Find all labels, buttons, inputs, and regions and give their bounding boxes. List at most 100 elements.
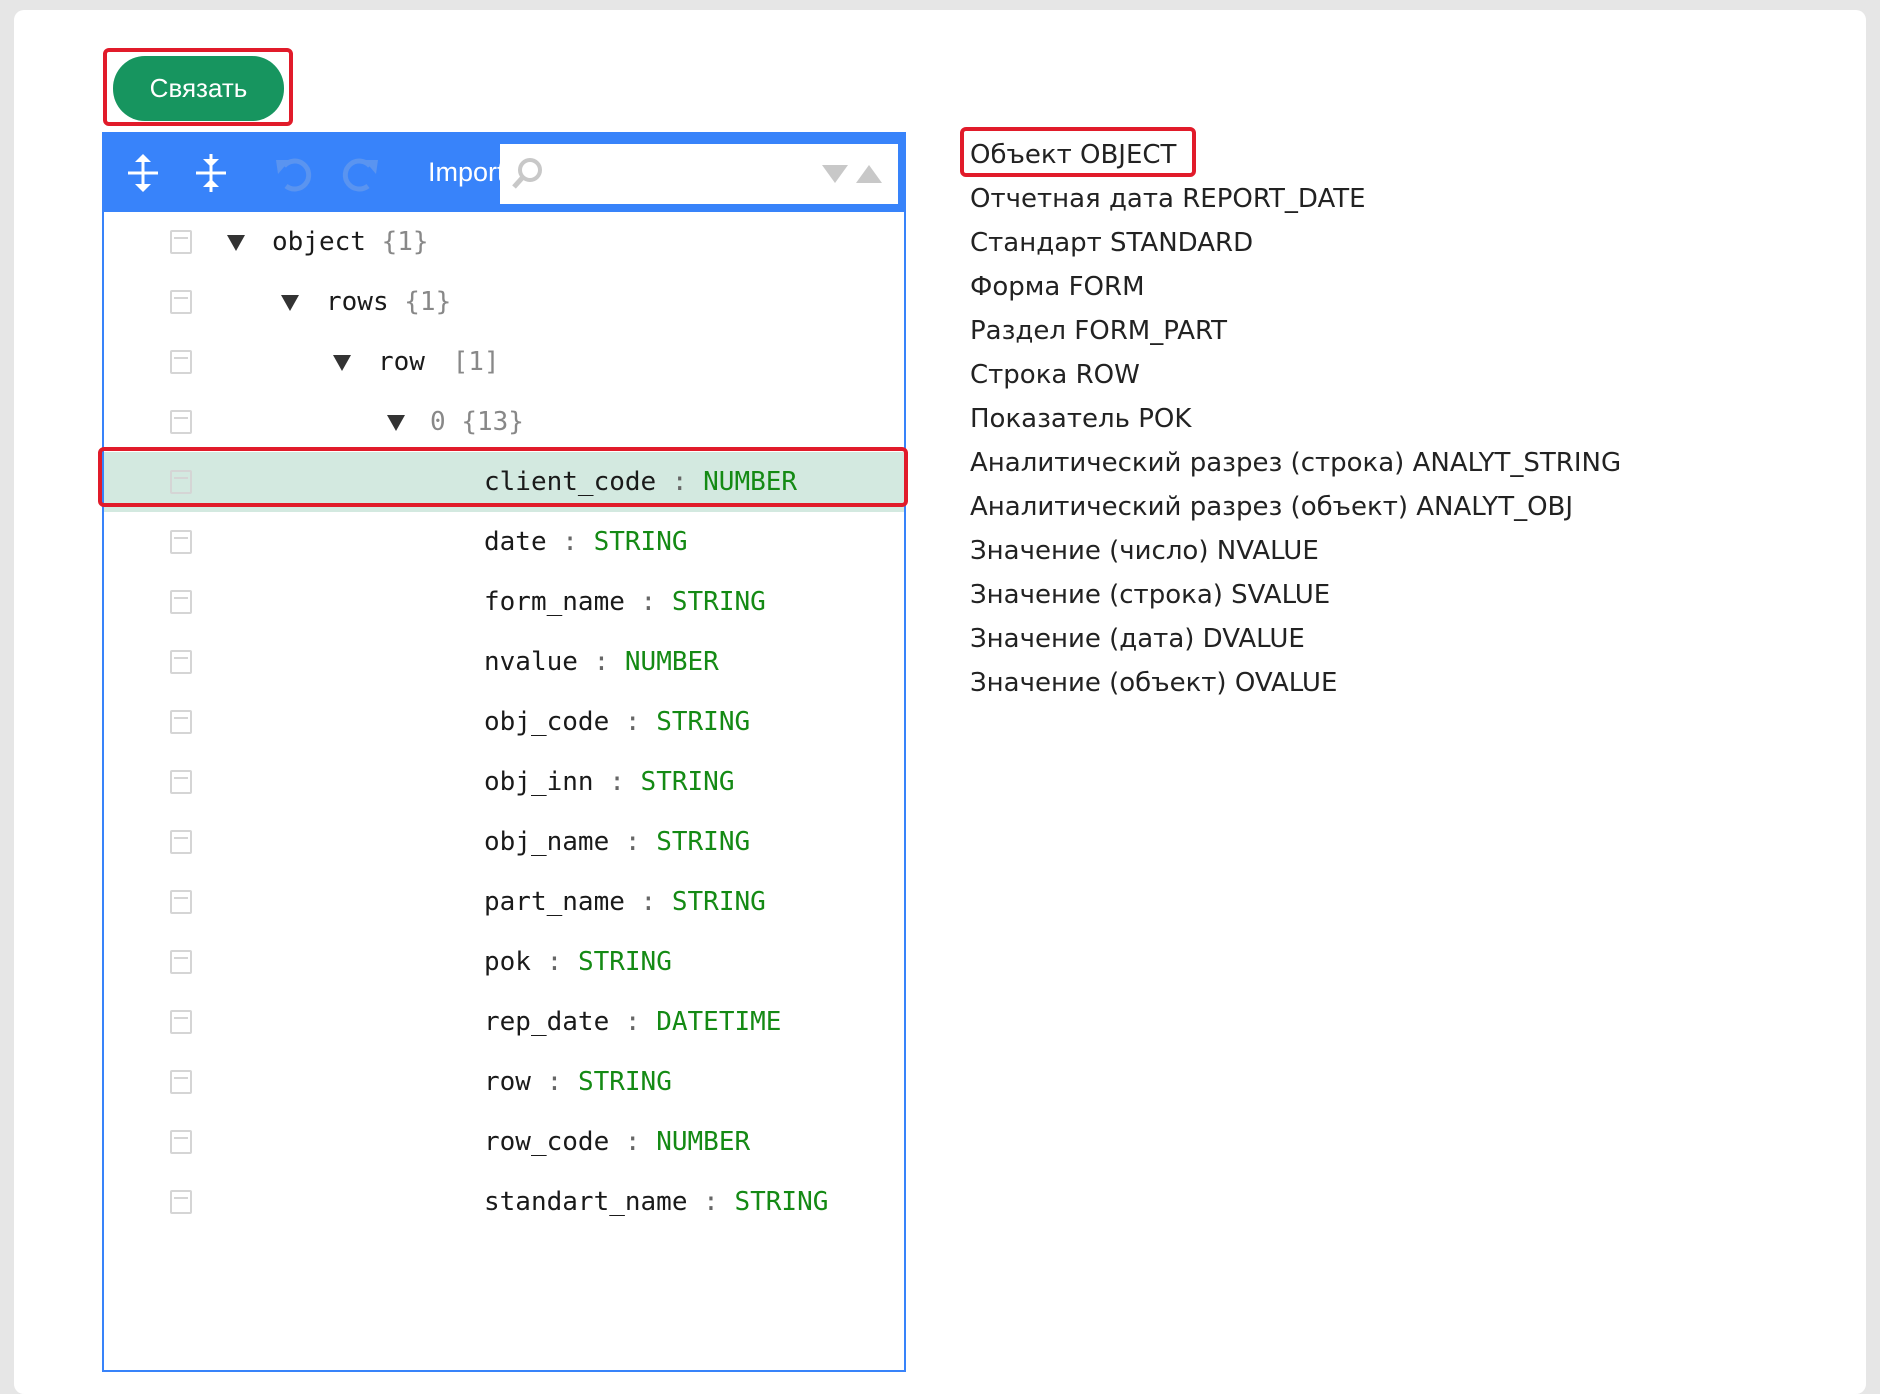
field-key[interactable]: date	[484, 527, 547, 557]
tree-field-row-obj-inn[interactable]: obj_inn : STRING	[104, 752, 904, 812]
drag-handle-icon[interactable]	[170, 530, 192, 554]
field-type[interactable]: STRING	[578, 1067, 672, 1097]
field-label[interactable]: row : STRING	[484, 1062, 672, 1102]
field-type[interactable]: NUMBER	[703, 467, 797, 497]
tree-field-row-pok[interactable]: pok : STRING	[104, 932, 904, 992]
field-key[interactable]: row_code	[484, 1127, 609, 1157]
expanded-arrow-icon[interactable]	[330, 350, 354, 374]
tree-field-row-form-name[interactable]: form_name : STRING	[104, 572, 904, 632]
tree-field-row-row[interactable]: row : STRING	[104, 1052, 904, 1112]
target-item-standard[interactable]: Стандарт STANDARD	[970, 221, 1730, 265]
drag-handle-icon[interactable]	[170, 830, 192, 854]
expanded-arrow-icon[interactable]	[224, 230, 248, 254]
target-item-ovalue[interactable]: Значение (объект) OVALUE	[970, 661, 1730, 705]
node-key[interactable]: row	[378, 347, 425, 377]
field-type[interactable]: STRING	[656, 827, 750, 857]
field-type[interactable]: DATETIME	[656, 1007, 781, 1037]
field-key[interactable]: obj_name	[484, 827, 609, 857]
expanded-arrow-icon[interactable]	[384, 410, 408, 434]
field-type[interactable]: STRING	[656, 707, 750, 737]
field-label[interactable]: date : STRING	[484, 522, 688, 562]
field-type[interactable]: NUMBER	[625, 647, 719, 677]
drag-handle-icon[interactable]	[170, 410, 192, 434]
field-type[interactable]: STRING	[578, 947, 672, 977]
tree-field-row-obj-code[interactable]: obj_code : STRING	[104, 692, 904, 752]
drag-handle-icon[interactable]	[170, 350, 192, 374]
field-key[interactable]: obj_code	[484, 707, 609, 737]
field-type[interactable]: STRING	[734, 1187, 828, 1217]
field-type[interactable]: STRING	[672, 587, 766, 617]
field-key[interactable]: obj_inn	[484, 767, 594, 797]
field-type[interactable]: STRING	[641, 767, 735, 797]
field-key[interactable]: pok	[484, 947, 547, 977]
tree-field-row-nvalue[interactable]: nvalue : NUMBER	[104, 632, 904, 692]
field-label[interactable]: client_code : NUMBER	[484, 462, 797, 502]
drag-handle-icon[interactable]	[170, 230, 192, 254]
tree-field-row-part-name[interactable]: part_name : STRING	[104, 872, 904, 932]
tree-node-index-0[interactable]: 0 {13}	[104, 392, 904, 452]
drag-handle-icon[interactable]	[170, 650, 192, 674]
mode-label[interactable]: Import	[428, 154, 502, 190]
field-label[interactable]: obj_code : STRING	[484, 702, 750, 742]
tree-field-row-obj-name[interactable]: obj_name : STRING	[104, 812, 904, 872]
tree-field-row-standart-name[interactable]: standart_name : STRING	[104, 1172, 904, 1232]
drag-handle-icon[interactable]	[170, 710, 192, 734]
tree-node-row[interactable]: row [1]	[104, 332, 904, 392]
target-item-form-part[interactable]: Раздел FORM_PART	[970, 309, 1730, 353]
field-type[interactable]: NUMBER	[656, 1127, 750, 1157]
target-item-form[interactable]: Форма FORM	[970, 265, 1730, 309]
target-item-analyt-string[interactable]: Аналитический разрез (строка) ANALYT_STR…	[970, 441, 1730, 485]
redo-button[interactable]	[336, 146, 390, 200]
field-type[interactable]: STRING	[672, 887, 766, 917]
field-type[interactable]: STRING	[594, 527, 688, 557]
field-label[interactable]: form_name : STRING	[484, 582, 766, 622]
field-key[interactable]: nvalue	[484, 647, 578, 677]
drag-handle-icon[interactable]	[170, 770, 192, 794]
drag-handle-icon[interactable]	[170, 290, 192, 314]
field-label[interactable]: row_code : NUMBER	[484, 1122, 750, 1162]
node-key[interactable]: rows	[326, 287, 389, 317]
drag-handle-icon[interactable]	[170, 1010, 192, 1034]
field-label[interactable]: standart_name : STRING	[484, 1182, 828, 1222]
undo-button[interactable]	[264, 146, 318, 200]
expand-all-button[interactable]	[116, 146, 170, 200]
tree-node-rows[interactable]: rows {1}	[104, 272, 904, 332]
target-item-object[interactable]: Объект OBJECT	[970, 133, 1730, 177]
target-item-report-date[interactable]: Отчетная дата REPORT_DATE	[970, 177, 1730, 221]
expanded-arrow-icon[interactable]	[278, 290, 302, 314]
tree-node-object[interactable]: object {1}	[104, 212, 904, 272]
field-label[interactable]: rep_date : DATETIME	[484, 1002, 781, 1042]
drag-handle-icon[interactable]	[170, 1190, 192, 1214]
node-index-label[interactable]: 0 {13}	[430, 402, 524, 442]
node-row-label[interactable]: row [1]	[378, 342, 500, 382]
field-label[interactable]: pok : STRING	[484, 942, 672, 982]
drag-handle-icon[interactable]	[170, 470, 192, 494]
field-key[interactable]: row	[484, 1067, 547, 1097]
link-button[interactable]: Связать	[113, 56, 284, 121]
field-key[interactable]: rep_date	[484, 1007, 609, 1037]
drag-handle-icon[interactable]	[170, 950, 192, 974]
field-label[interactable]: obj_inn : STRING	[484, 762, 734, 802]
node-key[interactable]: object	[272, 227, 366, 257]
tree-field-row-date[interactable]: date : STRING	[104, 512, 904, 572]
node-object-label[interactable]: object {1}	[272, 222, 429, 262]
target-item-nvalue[interactable]: Значение (число) NVALUE	[970, 529, 1730, 573]
field-key[interactable]: part_name	[484, 887, 625, 917]
field-label[interactable]: obj_name : STRING	[484, 822, 750, 862]
drag-handle-icon[interactable]	[170, 890, 192, 914]
drag-handle-icon[interactable]	[170, 590, 192, 614]
field-key[interactable]: client_code	[484, 467, 656, 497]
search-next-icon[interactable]	[820, 159, 850, 189]
drag-handle-icon[interactable]	[170, 1070, 192, 1094]
field-label[interactable]: nvalue : NUMBER	[484, 642, 719, 682]
field-key[interactable]: standart_name	[484, 1187, 688, 1217]
tree-field-row-row-code[interactable]: row_code : NUMBER	[104, 1112, 904, 1172]
collapse-all-button[interactable]	[184, 146, 238, 200]
target-item-pok[interactable]: Показатель POK	[970, 397, 1730, 441]
tree-field-row-client-code[interactable]: client_code : NUMBER	[104, 452, 904, 512]
field-key[interactable]: form_name	[484, 587, 625, 617]
target-item-analyt-obj[interactable]: Аналитический разрез (объект) ANALYT_OBJ	[970, 485, 1730, 529]
search-input[interactable]	[556, 152, 810, 198]
search-previous-icon[interactable]	[854, 159, 884, 189]
target-item-dvalue[interactable]: Значение (дата) DVALUE	[970, 617, 1730, 661]
